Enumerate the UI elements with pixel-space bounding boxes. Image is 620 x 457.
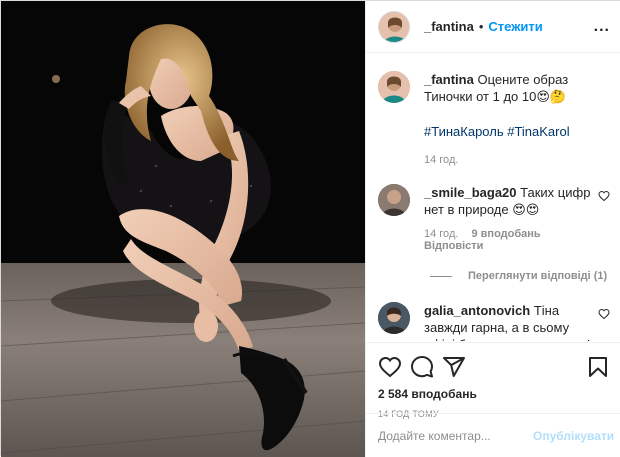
reply-button[interactable]: Відповісти bbox=[424, 240, 483, 252]
post-photo[interactable] bbox=[1, 1, 365, 457]
share-send-icon[interactable] bbox=[442, 355, 466, 379]
view-replies-line bbox=[430, 275, 452, 277]
comment-meta: 14 год. 9 вподобань Відповісти bbox=[424, 228, 610, 252]
caption-time[interactable]: 14 год. bbox=[424, 154, 458, 166]
caption-text: _fantina Оцените образ Тиночки от 1 до 1… bbox=[424, 71, 610, 105]
save-bookmark-icon[interactable] bbox=[586, 355, 610, 379]
avatar-image bbox=[378, 71, 410, 103]
instagram-post: _fantina • Стежити ... _fantina Оцените … bbox=[0, 0, 620, 457]
comment-avatar[interactable] bbox=[378, 302, 410, 334]
action-icons bbox=[378, 351, 610, 387]
author-avatar[interactable] bbox=[378, 10, 410, 43]
like-comment-heart-icon[interactable] bbox=[598, 190, 610, 202]
comment-item: _smile_baga20 Таких цифр нет в природе 😍… bbox=[378, 184, 610, 252]
post-actions: 2 584 вподобань 14 ГОД ТОМУ bbox=[366, 342, 620, 419]
view-replies-button[interactable]: Переглянути відповіді (1) bbox=[378, 270, 610, 282]
publish-comment-button[interactable]: Опублікувати bbox=[533, 429, 614, 443]
follow-button[interactable]: Стежити bbox=[488, 19, 542, 34]
comment-likes[interactable]: 9 вподобань bbox=[471, 228, 540, 240]
separator-dot: • bbox=[478, 19, 484, 34]
comment-text: _smile_baga20 Таких цифр нет в природе 😍… bbox=[424, 184, 610, 218]
comment-time[interactable]: 14 год. bbox=[424, 228, 458, 240]
avatar-image bbox=[379, 11, 409, 42]
comment-bubble-icon[interactable] bbox=[410, 355, 434, 379]
more-options-icon[interactable]: ... bbox=[594, 18, 610, 36]
post-side-panel: _fantina • Стежити ... _fantina Оцените … bbox=[365, 1, 620, 457]
comment-username[interactable]: galia_antonovich bbox=[424, 303, 530, 318]
comment-text: galia_antonovich Тіна завжди гарна, а в … bbox=[424, 302, 610, 341]
add-comment-input[interactable] bbox=[378, 428, 533, 443]
view-replies-label: Переглянути відповіді (1) bbox=[468, 270, 608, 282]
like-heart-icon[interactable] bbox=[378, 355, 402, 379]
caption-hashtags[interactable]: #ТинаКароль #TinaKarol bbox=[424, 124, 570, 139]
avatar-image bbox=[378, 184, 410, 216]
comment-username[interactable]: _smile_baga20 bbox=[424, 185, 517, 200]
caption-meta: 14 год. bbox=[424, 154, 610, 166]
comment-item: galia_antonovich Тіна завжди гарна, а в … bbox=[378, 302, 610, 341]
author-username[interactable]: _fantina bbox=[424, 19, 474, 34]
caption-avatar[interactable] bbox=[378, 71, 410, 103]
add-comment-bar: Опублікувати bbox=[366, 413, 620, 457]
caption-hashtags-row: #ТинаКароль #TinaKarol bbox=[424, 123, 610, 140]
like-comment-heart-icon[interactable] bbox=[598, 308, 610, 320]
avatar-image bbox=[378, 302, 410, 334]
caption-username[interactable]: _fantina bbox=[424, 72, 474, 87]
caption: _fantina Оцените образ Тиночки от 1 до 1… bbox=[378, 71, 610, 166]
likes-count[interactable]: 2 584 вподобань bbox=[378, 387, 610, 401]
comments-list[interactable]: _fantina Оцените образ Тиночки от 1 до 1… bbox=[366, 53, 620, 341]
comment-avatar[interactable] bbox=[378, 184, 410, 216]
post-header: _fantina • Стежити ... bbox=[366, 1, 620, 53]
photo-illustration bbox=[1, 1, 365, 457]
